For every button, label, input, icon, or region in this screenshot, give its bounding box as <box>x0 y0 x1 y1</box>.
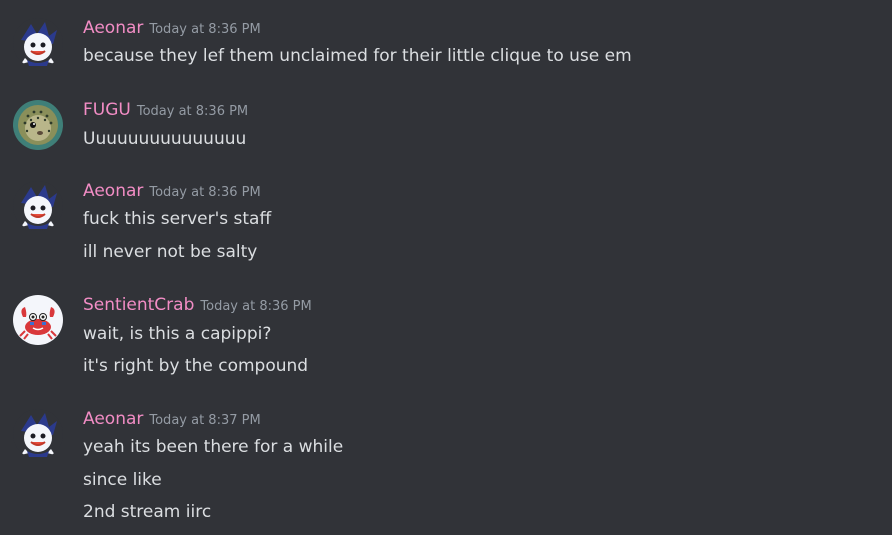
author-name[interactable]: FUGU <box>83 100 131 120</box>
jack-frost-avatar-icon[interactable] <box>13 18 63 68</box>
message-timestamp[interactable]: Today at 8:37 PM <box>149 413 260 428</box>
message-header: Aeonar Today at 8:37 PM <box>83 409 261 431</box>
message-group: Aeonar Today at 8:36 PM because they lef … <box>0 18 892 68</box>
message-group: SentientCrab Today at 8:36 PM wait, is th… <box>0 295 892 376</box>
message-text: Uuuuuuuuuuuuuuu <box>83 129 247 149</box>
message-text: yeah its been there for a while <box>83 437 344 457</box>
jack-frost-avatar-icon[interactable] <box>13 409 63 459</box>
crab-avatar-icon[interactable] <box>13 295 63 345</box>
message-group: Aeonar Today at 8:37 PM yeah its been the… <box>0 409 892 527</box>
message-header: Aeonar Today at 8:36 PM <box>83 181 261 203</box>
chat-message-list: Aeonar Today at 8:36 PM because they lef … <box>0 0 892 535</box>
message-group: Aeonar Today at 8:36 PM fuck this server'… <box>0 181 892 262</box>
message-header: FUGU Today at 8:36 PM <box>83 100 248 122</box>
message-text: because they lef them unclaimed for thei… <box>83 46 632 66</box>
message-timestamp[interactable]: Today at 8:36 PM <box>149 22 260 37</box>
message-timestamp[interactable]: Today at 8:36 PM <box>149 185 260 200</box>
pufferfish-avatar-icon[interactable] <box>13 100 63 150</box>
message-text: ill never not be salty <box>83 242 258 262</box>
message-text: since like <box>83 470 162 490</box>
message-text: it's right by the compound <box>83 356 309 376</box>
author-name[interactable]: Aeonar <box>83 18 143 38</box>
message-timestamp[interactable]: Today at 8:36 PM <box>137 104 248 119</box>
message-timestamp[interactable]: Today at 8:36 PM <box>200 299 311 314</box>
author-name[interactable]: Aeonar <box>83 181 143 201</box>
message-group: FUGU Today at 8:36 PM Uuuuuuuuuuuuuuu <box>0 100 892 150</box>
message-text: fuck this server's staff <box>83 209 272 229</box>
message-header: Aeonar Today at 8:36 PM <box>83 18 261 40</box>
message-text: 2nd stream iirc <box>83 502 212 522</box>
message-text: wait, is this a capippi? <box>83 324 272 344</box>
author-name[interactable]: SentientCrab <box>83 295 194 315</box>
message-header: SentientCrab Today at 8:36 PM <box>83 295 312 317</box>
author-name[interactable]: Aeonar <box>83 409 143 429</box>
jack-frost-avatar-icon[interactable] <box>13 181 63 231</box>
